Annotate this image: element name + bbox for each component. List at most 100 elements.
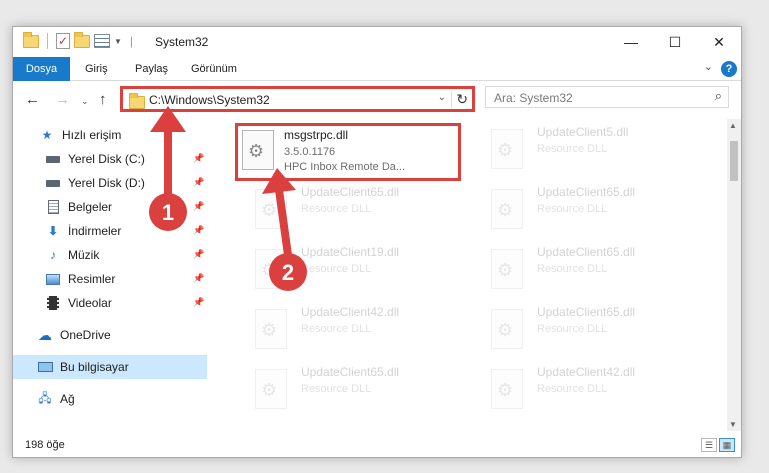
sidebar-item-label: Videolar <box>68 296 112 310</box>
file-description: HPC Inbox Remote Da... <box>284 161 406 173</box>
sidebar-item-local-disk-c[interactable]: Yerel Disk (C:) 📌 <box>13 147 207 171</box>
file-name: UpdateClient5.dll <box>537 125 629 139</box>
dll-file-icon <box>491 189 523 229</box>
pin-icon[interactable]: 📌 <box>193 153 204 163</box>
qat-dropdown-icon[interactable]: ▼ <box>114 37 122 46</box>
customize-list-icon[interactable] <box>94 34 110 48</box>
file-item[interactable]: UpdateClient65.dll Resource DLL <box>471 183 703 235</box>
explorer-window: ✓ ▼ | System32 — ☐ ✕ Dosya Giriş Paylaş … <box>12 26 742 458</box>
sidebar-item-documents[interactable]: Belgeler 📌 <box>13 195 207 219</box>
pictures-icon <box>45 271 61 287</box>
dll-file-icon <box>255 249 287 289</box>
sidebar-item-pictures[interactable]: Resimler 📌 <box>13 267 207 291</box>
sidebar-item-downloads[interactable]: ⬇ İndirmeler 📌 <box>13 219 207 243</box>
sidebar-item-label: Yerel Disk (D:) <box>68 176 145 190</box>
window-controls: — ☐ ✕ <box>609 27 741 57</box>
scroll-down-icon[interactable]: ▼ <box>729 420 737 429</box>
maximize-button[interactable]: ☐ <box>653 27 697 57</box>
sidebar-item-label: Resimler <box>68 272 116 286</box>
toolbar-divider <box>47 33 48 49</box>
search-icon[interactable]: ⌕ <box>715 88 722 104</box>
pin-icon[interactable]: 📌 <box>193 225 204 235</box>
file-item[interactable]: UpdateClient19.dll Resource DLL <box>235 243 467 295</box>
tab-share[interactable]: Paylaş <box>135 57 168 81</box>
file-name: UpdateClient19.dll <box>301 245 400 259</box>
close-button[interactable]: ✕ <box>697 27 741 57</box>
up-arrow-icon[interactable]: ↑ <box>99 91 107 108</box>
folder-icon <box>129 93 145 109</box>
file-description: Resource DLL <box>301 383 372 395</box>
sidebar-item-label: İndirmeler <box>68 224 122 238</box>
file-item-msgstrpc[interactable]: msgstrpc.dll 3.5.0.1176 HPC Inbox Remote… <box>235 123 461 181</box>
file-description: Resource DLL <box>537 203 608 215</box>
file-name: UpdateClient65.dll <box>301 365 400 379</box>
sidebar-item-label: Belgeler <box>68 200 113 214</box>
new-folder-icon[interactable] <box>74 31 90 48</box>
file-item[interactable]: UpdateClient42.dll Resource DLL <box>471 363 703 415</box>
file-name: UpdateClient65.dll <box>537 245 636 259</box>
forward-arrow-icon[interactable]: → <box>55 91 70 108</box>
file-item[interactable]: UpdateClient65.dll Resource DLL <box>235 183 467 235</box>
drive-icon <box>45 175 61 191</box>
navigation-bar: ← → ⌄ ↑ C:\Windows\System32 ⌄ ↻ Ara: Sys… <box>13 82 741 116</box>
sidebar-item-quick-access[interactable]: ★ Hızlı erişim <box>13 123 207 147</box>
file-name: UpdateClient42.dll <box>537 365 636 379</box>
document-icon <box>45 199 61 215</box>
address-path[interactable]: C:\Windows\System32 <box>149 93 270 107</box>
dll-file-icon <box>242 130 274 170</box>
file-item[interactable]: UpdateClient42.dll Resource DLL <box>235 303 467 355</box>
tab-file[interactable]: Dosya <box>13 57 70 81</box>
vertical-scrollbar[interactable]: ▲ ▼ <box>727 119 741 431</box>
address-dropdown-icon[interactable]: ⌄ <box>438 92 446 103</box>
file-description: Resource DLL <box>301 263 372 275</box>
scroll-up-icon[interactable]: ▲ <box>729 121 737 130</box>
tab-view[interactable]: Görünüm <box>191 57 237 81</box>
details-view-icon[interactable]: ☰ <box>701 438 717 452</box>
large-icons-view-icon[interactable]: ▦ <box>719 438 735 452</box>
sidebar-item-music[interactable]: ♪ Müzik 📌 <box>13 243 207 267</box>
sidebar-item-network[interactable]: 🖧 Ağ <box>13 387 207 411</box>
address-bar[interactable]: C:\Windows\System32 ⌄ ↻ <box>120 86 475 112</box>
pin-icon[interactable]: 📌 <box>193 249 204 259</box>
file-description: Resource DLL <box>537 383 608 395</box>
file-description: Resource DLL <box>537 323 608 335</box>
video-icon <box>45 295 61 311</box>
dll-file-icon <box>255 189 287 229</box>
file-item[interactable]: UpdateClient65.dll Resource DLL <box>235 363 467 415</box>
title-divider: | <box>129 34 134 48</box>
expand-ribbon-icon[interactable]: ⌄ <box>704 60 713 73</box>
status-bar: 198 öğe ☰ ▦ <box>13 435 741 457</box>
sidebar-item-label: Bu bilgisayar <box>60 360 129 374</box>
title-bar: ✓ ▼ | System32 — ☐ ✕ <box>13 27 741 57</box>
recent-dropdown-icon[interactable]: ⌄ <box>81 96 89 107</box>
back-arrow-icon[interactable]: ← <box>25 91 40 108</box>
pin-icon[interactable]: 📌 <box>193 201 204 211</box>
tab-home[interactable]: Giriş <box>85 57 108 81</box>
refresh-icon[interactable]: ↻ <box>451 91 468 108</box>
sidebar-item-onedrive[interactable]: ☁ OneDrive <box>13 323 207 347</box>
file-item[interactable]: UpdateClient65.dll Resource DLL <box>471 243 703 295</box>
pin-icon[interactable]: 📌 <box>193 177 204 187</box>
file-description: Resource DLL <box>301 323 372 335</box>
network-icon: 🖧 <box>38 390 52 405</box>
properties-check-icon[interactable]: ✓ <box>56 33 70 49</box>
sidebar-item-this-pc[interactable]: Bu bilgisayar <box>13 355 207 379</box>
dll-file-icon <box>491 309 523 349</box>
pin-icon[interactable]: 📌 <box>193 273 204 283</box>
file-name: UpdateClient65.dll <box>301 185 400 199</box>
item-count: 198 öğe <box>25 439 65 451</box>
sidebar-item-videos[interactable]: Videolar 📌 <box>13 291 207 315</box>
dll-file-icon <box>255 309 287 349</box>
file-version: 3.5.0.1176 <box>284 146 336 158</box>
minimize-button[interactable]: — <box>609 27 653 57</box>
help-button[interactable]: ? <box>721 61 737 77</box>
file-description: Resource DLL <box>537 263 608 275</box>
quick-access-toolbar: ✓ ▼ | <box>23 31 134 49</box>
scrollbar-thumb[interactable] <box>730 141 738 181</box>
sidebar-item-label: Müzik <box>68 248 100 262</box>
search-input[interactable]: Ara: System32 ⌕ <box>485 86 729 108</box>
pin-icon[interactable]: 📌 <box>193 297 204 307</box>
file-item[interactable]: UpdateClient5.dll Resource DLL <box>471 123 703 175</box>
file-item[interactable]: UpdateClient65.dll Resource DLL <box>471 303 703 355</box>
sidebar-item-local-disk-d[interactable]: Yerel Disk (D:) 📌 <box>13 171 207 195</box>
